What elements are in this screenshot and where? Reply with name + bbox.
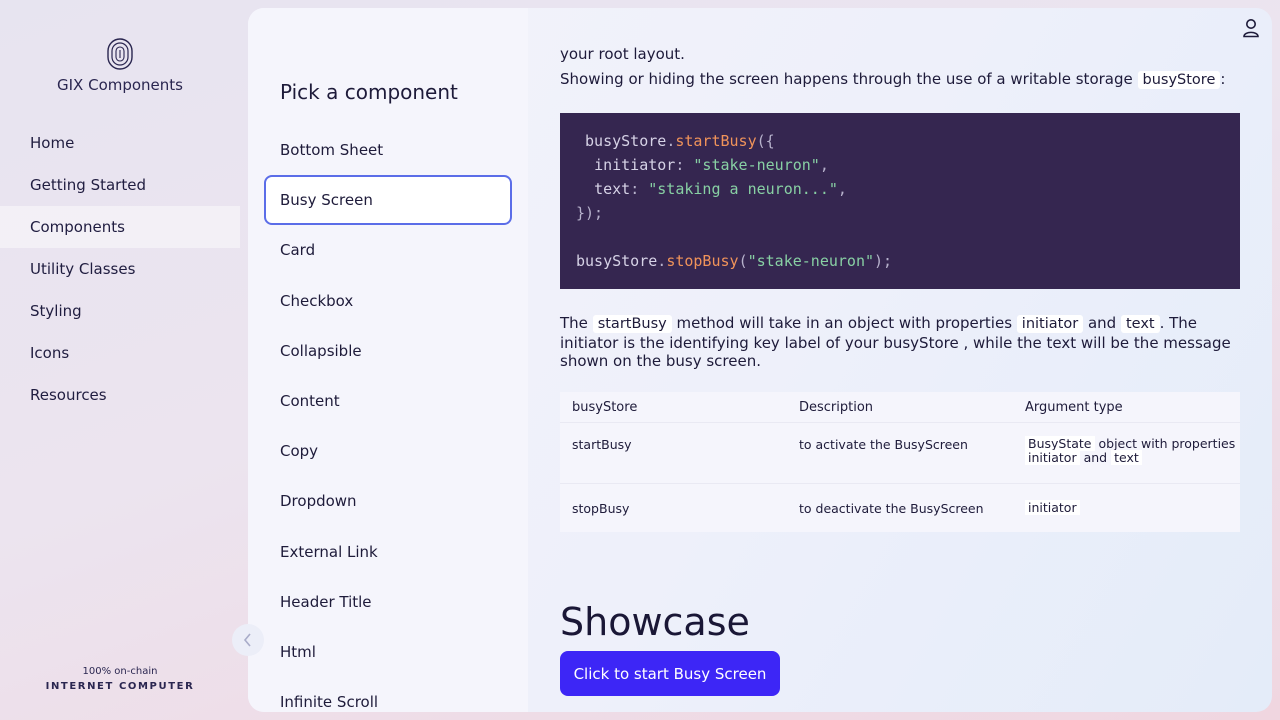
- inline-code-startbusy: startBusy: [592, 315, 672, 333]
- inline-code-text: text: [1120, 315, 1160, 333]
- code-token: .: [666, 132, 676, 150]
- code-token: :: [675, 156, 694, 174]
- table-header-row: busyStore Description Argument type: [560, 392, 1240, 423]
- method-description: The startBusy method will take in an obj…: [560, 314, 1240, 371]
- storage-colon: :: [1220, 70, 1226, 88]
- code-token: ({: [756, 132, 775, 150]
- nav-item-components[interactable]: Components: [0, 206, 240, 248]
- nav-item-resources[interactable]: Resources: [0, 374, 240, 416]
- storage-text: Showing or hiding the screen happens thr…: [560, 70, 1133, 88]
- inline-code-busystore: busyStore: [1137, 71, 1221, 89]
- code-line-4: });: [576, 201, 1224, 225]
- text: The: [560, 314, 588, 332]
- chevron-left-icon: [243, 633, 251, 647]
- footer-tagline: 100% on-chain: [82, 666, 158, 677]
- code-line-1: busyStore.startBusy({: [576, 129, 1224, 153]
- table-header: Argument type: [1025, 399, 1123, 415]
- inline-code: initiator: [1025, 450, 1080, 465]
- code-token: busyStore: [576, 252, 658, 270]
- picker-item-html[interactable]: Html: [264, 627, 512, 677]
- inline-code-initiator: initiator: [1016, 315, 1084, 333]
- inline-code: text: [1111, 450, 1142, 465]
- picker-item-busy-screen[interactable]: Busy Screen: [264, 175, 512, 226]
- code-token: (: [738, 252, 748, 270]
- text: method will take in an object with prope…: [676, 314, 1013, 332]
- code-block: busyStore.startBusy({ initiator: "stake-…: [560, 113, 1240, 289]
- picker-item-infinite-scroll[interactable]: Infinite Scroll: [264, 677, 512, 712]
- start-busy-screen-button[interactable]: Click to start Busy Screen: [560, 651, 780, 696]
- table-header: Description: [799, 399, 874, 415]
- code-token: startBusy: [675, 132, 757, 150]
- code-token: ,: [837, 180, 847, 198]
- logo[interactable]: GIX Components: [0, 38, 240, 94]
- table-cell: initiator: [1013, 500, 1240, 515]
- table-header: busyStore: [572, 399, 638, 415]
- table-row: stopBusy to deactivate the BusyScreen in…: [560, 484, 1240, 532]
- picker-item-dropdown[interactable]: Dropdown: [264, 476, 512, 526]
- picker-item-content[interactable]: Content: [264, 376, 512, 426]
- code-token: busyStore: [585, 132, 667, 150]
- code-token: });: [576, 204, 604, 222]
- table-cell: stopBusy: [572, 500, 630, 516]
- main-nav: Home Getting Started Components Utility …: [0, 122, 240, 416]
- picker-list: Bottom Sheet Busy Screen Card Checkbox C…: [264, 125, 512, 712]
- table-cell: startBusy: [572, 437, 632, 452]
- account-button[interactable]: [1242, 18, 1260, 42]
- footer-brand[interactable]: 100% on-chain INTERNET COMPUTER: [0, 666, 240, 692]
- code-token: .: [657, 252, 667, 270]
- code-token: initiator: [594, 156, 676, 174]
- picker-item-bottom-sheet[interactable]: Bottom Sheet: [264, 125, 512, 175]
- storage-paragraph: Showing or hiding the screen happens thr…: [560, 70, 1226, 89]
- picker-title: Pick a component: [280, 80, 458, 104]
- user-icon: [1243, 19, 1259, 38]
- text: and: [1083, 450, 1108, 465]
- text: object with properties: [1098, 436, 1236, 451]
- code-token: :: [630, 180, 649, 198]
- code-token: );: [874, 252, 893, 270]
- nav-item-home[interactable]: Home: [0, 122, 240, 164]
- picker-item-copy[interactable]: Copy: [264, 426, 512, 476]
- picker-item-collapsible[interactable]: Collapsible: [264, 326, 512, 376]
- picker-item-header-title[interactable]: Header Title: [264, 577, 512, 627]
- main-panel: Pick a component Bottom Sheet Busy Scree…: [248, 8, 1272, 712]
- code-line-2: initiator: "stake-neuron",: [576, 153, 1224, 177]
- nav-item-getting-started[interactable]: Getting Started: [0, 164, 240, 206]
- nav-item-styling[interactable]: Styling: [0, 290, 240, 332]
- api-table: busyStore Description Argument type star…: [560, 392, 1240, 532]
- component-picker: Pick a component Bottom Sheet Busy Scree…: [248, 8, 528, 712]
- code-token: stopBusy: [666, 252, 739, 270]
- code-token: text: [594, 180, 631, 198]
- doc-content: your root layout. Showing or hiding the …: [560, 8, 1240, 712]
- picker-item-checkbox[interactable]: Checkbox: [264, 276, 512, 326]
- table-cell: BusyState object with properties initiat…: [1013, 436, 1240, 483]
- inline-code: BusyState: [1025, 436, 1095, 451]
- table-row: startBusy to activate the BusyScreen Bus…: [560, 423, 1240, 484]
- picker-item-card[interactable]: Card: [264, 225, 512, 275]
- picker-item-external-link[interactable]: External Link: [264, 527, 512, 577]
- code-token: "stake-neuron": [747, 252, 875, 270]
- code-token: "stake-neuron": [693, 156, 820, 174]
- nav-item-utility-classes[interactable]: Utility Classes: [0, 248, 240, 290]
- code-token: ,: [819, 156, 829, 174]
- code-line-3: text: "staking a neuron...",: [576, 177, 1224, 201]
- fingerprint-logo-icon: [107, 38, 133, 70]
- code-token: "staking a neuron...": [648, 180, 838, 198]
- text: and: [1087, 314, 1117, 332]
- footer-brand-name: INTERNET COMPUTER: [45, 681, 195, 692]
- intro-text: your root layout.: [560, 45, 685, 63]
- table-cell: to activate the BusyScreen: [799, 437, 968, 452]
- collapse-menu-button[interactable]: [232, 624, 264, 656]
- table-cell: to deactivate the BusyScreen: [799, 500, 984, 516]
- showcase-heading: Showcase: [560, 600, 750, 644]
- app-sidebar: GIX Components Home Getting Started Comp…: [0, 0, 240, 720]
- code-line-6: busyStore.stopBusy("stake-neuron");: [576, 249, 1224, 273]
- nav-item-icons[interactable]: Icons: [0, 332, 240, 374]
- inline-code: initiator: [1025, 500, 1080, 515]
- app-title: GIX Components: [57, 76, 183, 94]
